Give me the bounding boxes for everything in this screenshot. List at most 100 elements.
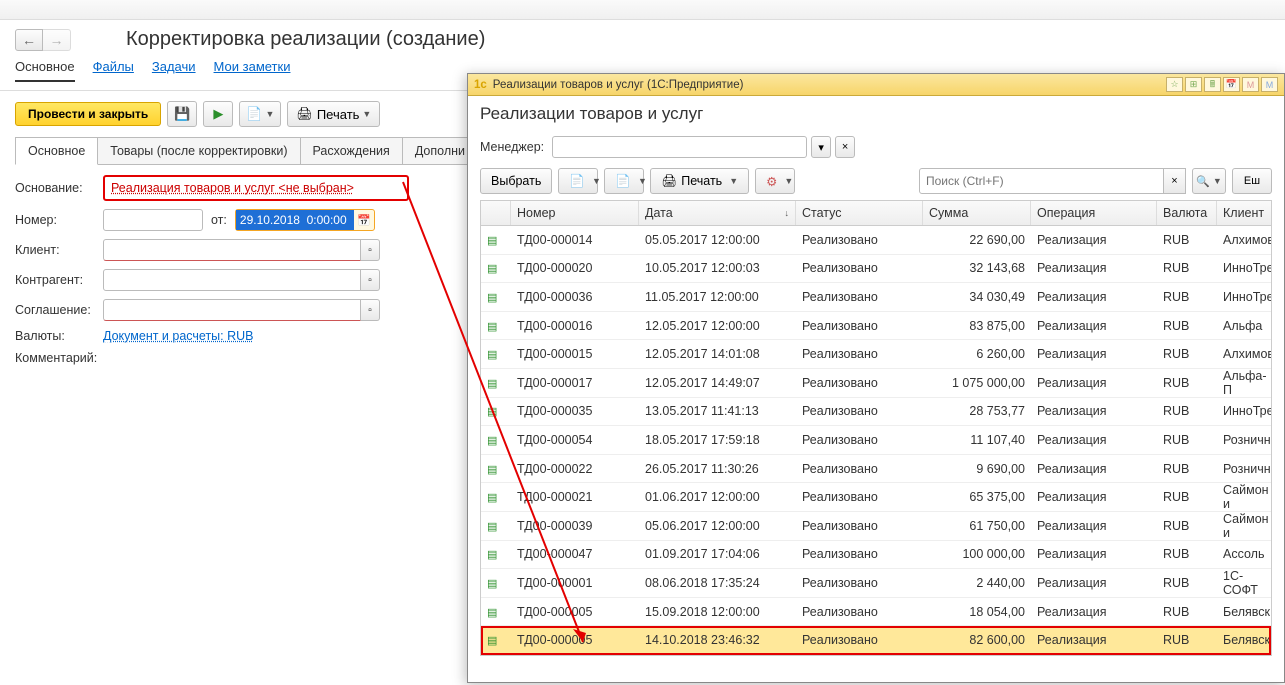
cell-date: 11.05.2017 12:00:00: [639, 290, 796, 304]
cell-client: Альфа: [1217, 319, 1271, 333]
agreement-select-button[interactable]: ▫: [361, 299, 380, 321]
table-row[interactable]: ▤ТД00-00000514.10.2018 23:46:32Реализова…: [481, 626, 1271, 655]
client-input[interactable]: [103, 239, 361, 261]
cell-client: ИнноТрей: [1217, 290, 1271, 304]
nav-tab-files[interactable]: Файлы: [93, 59, 134, 82]
search-icon: 🔍: [1196, 175, 1210, 188]
cell-currency: RUB: [1157, 319, 1217, 333]
number-input[interactable]: [103, 209, 203, 231]
date-field[interactable]: 📅: [235, 209, 375, 231]
tb-icon-m[interactable]: M: [1242, 77, 1259, 92]
cell-operation: Реализация: [1031, 547, 1157, 561]
doc-add-icon: 📄: [569, 174, 585, 189]
form-tab-main[interactable]: Основное: [15, 137, 98, 165]
osnovanie-link[interactable]: Реализация товаров и услуг <не выбран>: [111, 181, 354, 195]
table-row[interactable]: ▤ТД00-00003905.06.2017 12:00:00Реализова…: [481, 512, 1271, 541]
nav-back-button[interactable]: ←: [15, 29, 43, 51]
manager-input[interactable]: [552, 136, 807, 158]
currency-link[interactable]: Документ и расчеты: RUB: [103, 329, 254, 343]
cell-operation: Реализация: [1031, 490, 1157, 504]
tb-icon3[interactable]: 🖩: [1204, 77, 1221, 92]
page-title: Корректировка реализации (создание): [126, 28, 485, 51]
col-status[interactable]: Статус: [796, 201, 923, 225]
col-sum[interactable]: Сумма: [923, 201, 1031, 225]
tb-icon-n[interactable]: M: [1261, 77, 1278, 92]
action-dd-button[interactable]: ⚙▼: [755, 168, 795, 194]
cell-status: Реализовано: [796, 547, 923, 561]
cell-number: ТД00-000036: [511, 290, 639, 304]
table-row[interactable]: ▤ТД00-00002010.05.2017 12:00:03Реализова…: [481, 255, 1271, 284]
table-row[interactable]: ▤ТД00-00003513.05.2017 11:41:13Реализова…: [481, 398, 1271, 427]
col-currency[interactable]: Валюта: [1157, 201, 1217, 225]
search-button[interactable]: 🔍▼: [1192, 168, 1226, 194]
submit-and-close-button[interactable]: Провести и закрыть: [15, 102, 161, 126]
table-row[interactable]: ▤ТД00-00005418.05.2017 17:59:18Реализова…: [481, 426, 1271, 455]
table-row[interactable]: ▤ТД00-00001512.05.2017 14:01:08Реализова…: [481, 340, 1271, 369]
manager-label: Менеджер:: [480, 140, 544, 154]
cell-client: Алхимов: [1217, 347, 1271, 361]
table-row[interactable]: ▤ТД00-00002226.05.2017 11:30:26Реализова…: [481, 455, 1271, 484]
save-button[interactable]: 💾: [167, 101, 197, 127]
cell-date: 12.05.2017 14:49:07: [639, 376, 796, 390]
print-dd-button[interactable]: 🖨Печать▼: [650, 168, 749, 194]
nav-tab-tasks[interactable]: Задачи: [152, 59, 196, 82]
cell-client: ИнноТрей: [1217, 261, 1271, 275]
cell-currency: RUB: [1157, 576, 1217, 590]
dialog-titlebar[interactable]: 1c Реализации товаров и услуг (1С:Предпр…: [468, 74, 1284, 96]
cell-status: Реализовано: [796, 576, 923, 590]
table-row[interactable]: ▤ТД00-00000108.06.2018 17:35:24Реализова…: [481, 569, 1271, 598]
table-row[interactable]: ▤ТД00-00001612.05.2017 12:00:00Реализова…: [481, 312, 1271, 341]
more-button[interactable]: Еш: [1232, 168, 1272, 194]
manager-dropdown-button[interactable]: ▾: [811, 136, 831, 158]
table-row[interactable]: ▤ТД00-00004701.09.2017 17:04:06Реализова…: [481, 541, 1271, 570]
osnovanie-label: Основание:: [15, 181, 103, 195]
table-row[interactable]: ▤ТД00-00002101.06.2017 12:00:00Реализова…: [481, 483, 1271, 512]
manager-clear-button[interactable]: ×: [835, 136, 855, 158]
cell-currency: RUB: [1157, 462, 1217, 476]
table-row[interactable]: ▤ТД00-00003611.05.2017 12:00:00Реализова…: [481, 283, 1271, 312]
currency-label: Валюты:: [15, 329, 103, 343]
calendar-icon[interactable]: 📅: [354, 210, 374, 230]
cell-operation: Реализация: [1031, 347, 1157, 361]
cell-client: Ассоль: [1217, 547, 1271, 561]
cell-operation: Реализация: [1031, 376, 1157, 390]
cell-number: ТД00-000047: [511, 547, 639, 561]
app-icon: 1c: [474, 79, 487, 91]
document-icon: ▤: [487, 263, 497, 275]
search-input[interactable]: [919, 168, 1164, 194]
copy-button[interactable]: 📄▼: [604, 168, 644, 194]
select-button[interactable]: Выбрать: [480, 168, 552, 194]
table-row[interactable]: ▤ТД00-00000515.09.2018 12:00:00Реализова…: [481, 598, 1271, 627]
create-based-on-button[interactable]: 📄▼: [239, 101, 281, 127]
search-clear-button[interactable]: ×: [1164, 168, 1186, 194]
nav-forward-button[interactable]: →: [43, 29, 71, 51]
contragent-select-button[interactable]: ▫: [361, 269, 380, 291]
tb-icon4[interactable]: 📅: [1223, 77, 1240, 92]
col-date[interactable]: Дата↓: [639, 201, 796, 225]
table-row[interactable]: ▤ТД00-00001712.05.2017 14:49:07Реализова…: [481, 369, 1271, 398]
date-input[interactable]: [236, 210, 354, 230]
tb-icon2[interactable]: ⊞: [1185, 77, 1202, 92]
form-tab-diff[interactable]: Расхождения: [300, 137, 403, 164]
cell-operation: Реализация: [1031, 576, 1157, 590]
form-tab-goods[interactable]: Товары (после корректировки): [97, 137, 300, 164]
cell-currency: RUB: [1157, 404, 1217, 418]
comment-label: Комментарий:: [15, 351, 103, 365]
col-client[interactable]: Клиент: [1217, 201, 1271, 225]
post-button[interactable]: ▶: [203, 101, 233, 127]
cell-sum: 32 143,68: [923, 261, 1031, 275]
contragent-input[interactable]: [103, 269, 361, 291]
create-button[interactable]: 📄▼: [558, 168, 598, 194]
print-button[interactable]: 🖨Печать▼: [287, 101, 380, 127]
agreement-input[interactable]: [103, 299, 361, 321]
tb-icon1[interactable]: ☆: [1166, 77, 1183, 92]
table-row[interactable]: ▤ТД00-00001405.05.2017 12:00:00Реализова…: [481, 226, 1271, 255]
cell-sum: 18 054,00: [923, 605, 1031, 619]
col-number[interactable]: Номер: [511, 201, 639, 225]
nav-tab-notes[interactable]: Мои заметки: [214, 59, 291, 82]
cell-number: ТД00-000054: [511, 433, 639, 447]
client-select-button[interactable]: ▫: [361, 239, 380, 261]
col-operation[interactable]: Операция: [1031, 201, 1157, 225]
document-icon: ▤: [487, 464, 497, 476]
nav-tab-main[interactable]: Основное: [15, 59, 75, 82]
